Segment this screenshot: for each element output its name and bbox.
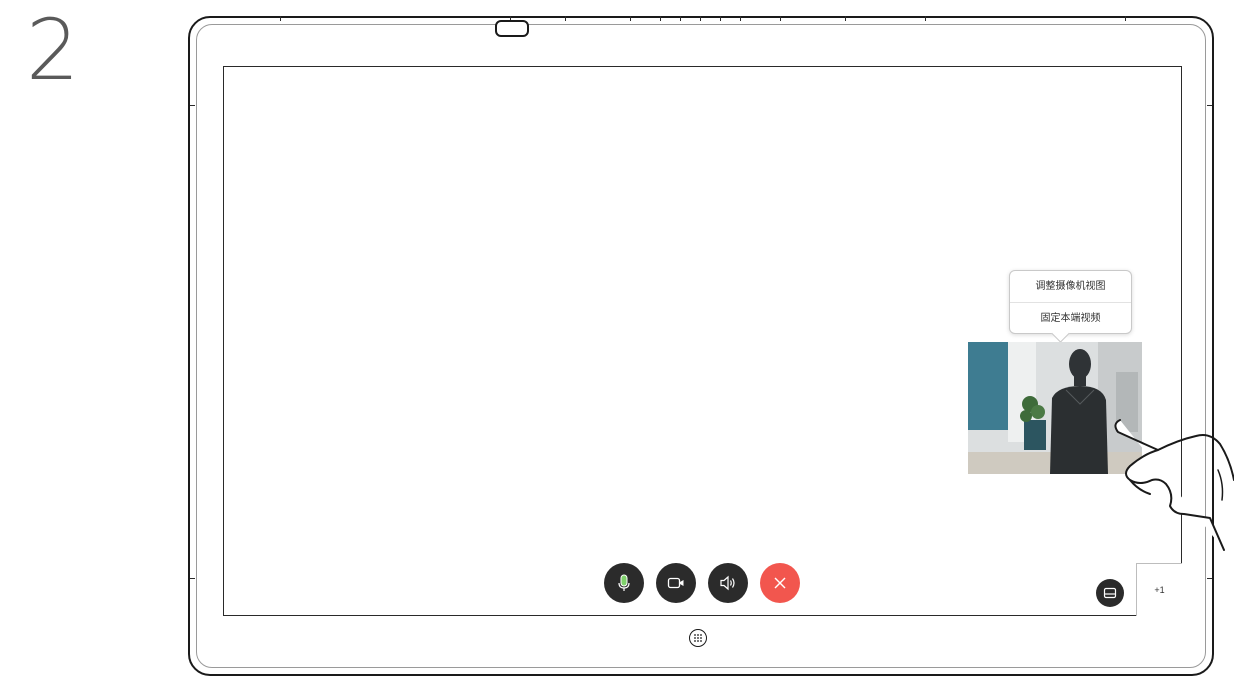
bezel-tick bbox=[740, 16, 741, 21]
mute-button[interactable] bbox=[604, 563, 644, 603]
microphone-icon bbox=[618, 574, 630, 591]
bezel-tick bbox=[280, 16, 281, 21]
bezel-tick bbox=[700, 16, 701, 21]
participants-tab[interactable]: +1 bbox=[1136, 563, 1182, 616]
bezel-tick bbox=[190, 578, 195, 579]
bezel-tick bbox=[660, 16, 661, 21]
bezel-tick bbox=[1125, 16, 1126, 21]
video-button[interactable] bbox=[656, 563, 696, 603]
step-number: 2 bbox=[26, 1, 80, 99]
bezel-tick bbox=[630, 16, 631, 21]
participants-count: +1 bbox=[1154, 585, 1165, 595]
touch-screen: 调整摄像机视图 固定本端视频 +1 bbox=[223, 66, 1182, 616]
close-icon bbox=[774, 577, 786, 589]
end-call-button[interactable] bbox=[760, 563, 800, 603]
bezel-tick bbox=[845, 16, 846, 21]
bezel-tick bbox=[720, 16, 721, 21]
layout-button[interactable] bbox=[1096, 579, 1124, 607]
menu-item-pin-self-view[interactable]: 固定本端视频 bbox=[1010, 302, 1131, 334]
bezel-tick bbox=[925, 16, 926, 21]
call-control-bar bbox=[604, 563, 800, 603]
speaker-icon bbox=[720, 575, 735, 591]
menu-item-adjust-camera[interactable]: 调整摄像机视图 bbox=[1010, 271, 1131, 302]
video-camera-icon bbox=[667, 577, 684, 589]
tapping-hand-illustration bbox=[1114, 419, 1234, 551]
bezel-tick bbox=[680, 16, 681, 21]
bezel-tick bbox=[1207, 105, 1212, 106]
self-view-menu: 调整摄像机视图 固定本端视频 bbox=[1009, 270, 1132, 334]
home-button[interactable] bbox=[689, 629, 707, 647]
bezel-tick bbox=[1207, 578, 1212, 579]
bezel-tick bbox=[780, 16, 781, 21]
bezel-tick bbox=[565, 16, 566, 21]
camera-housing bbox=[495, 20, 529, 37]
layout-icon bbox=[1103, 587, 1117, 599]
volume-button[interactable] bbox=[708, 563, 748, 603]
bezel-tick bbox=[190, 105, 195, 106]
grid-icon bbox=[694, 634, 702, 642]
